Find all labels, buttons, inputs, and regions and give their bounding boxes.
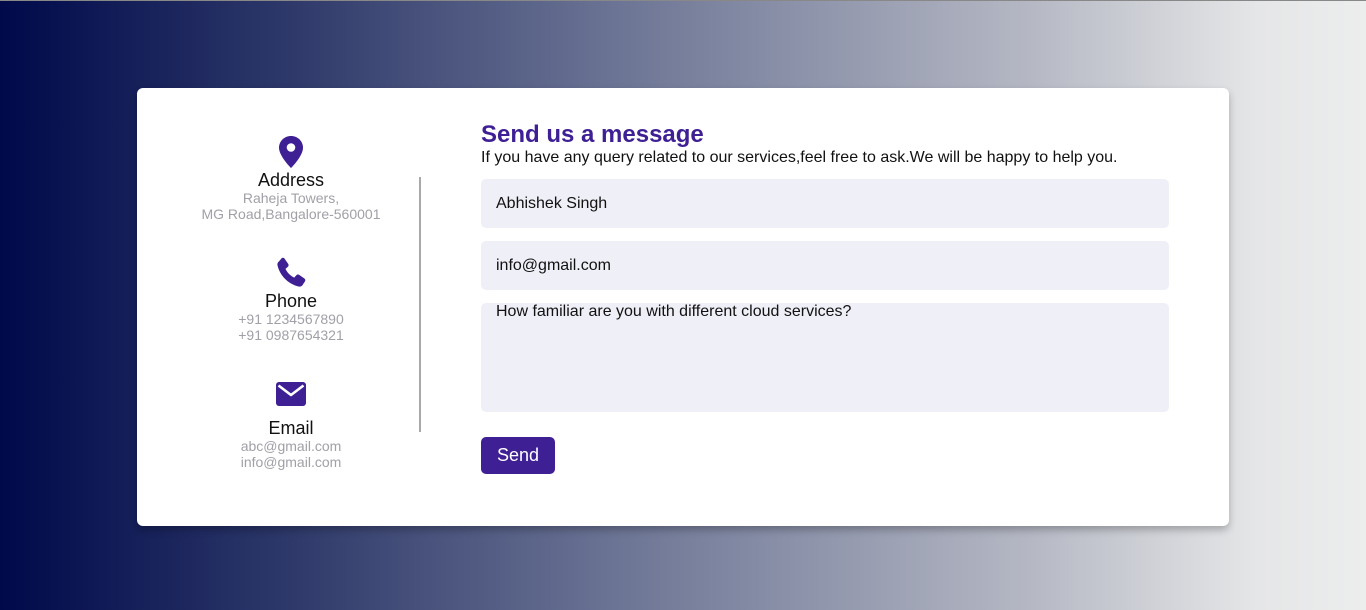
send-button[interactable]: Send <box>481 437 555 474</box>
name-input[interactable] <box>481 179 1169 228</box>
message-form: Send us a message If you have any query … <box>481 88 1171 526</box>
email-line-1: abc@gmail.com <box>240 438 342 454</box>
contact-info-panel: Address Raheja Towers, MG Road,Bangalore… <box>137 88 445 526</box>
phone-title: Phone <box>264 291 318 311</box>
phone-block: Phone +91 1234567890 +91 0987654321 <box>137 257 445 343</box>
vertical-divider <box>419 177 421 432</box>
email-input[interactable] <box>481 241 1169 290</box>
form-subheading: If you have any query related to our ser… <box>481 149 1118 166</box>
message-textarea[interactable]: How familiar are you with different clou… <box>481 303 1169 412</box>
address-block: Address Raheja Towers, MG Road,Bangalore… <box>137 136 445 222</box>
email-line-2: info@gmail.com <box>240 454 342 470</box>
contact-card: Address Raheja Towers, MG Road,Bangalore… <box>137 88 1229 526</box>
address-title: Address <box>257 170 325 190</box>
address-line-2: MG Road,Bangalore-560001 <box>201 206 381 222</box>
phone-line-2: +91 0987654321 <box>238 327 344 343</box>
envelope-icon <box>276 382 306 406</box>
phone-line-1: +91 1234567890 <box>238 311 344 327</box>
address-line-1: Raheja Towers, <box>242 190 340 206</box>
email-title: Email <box>268 418 314 438</box>
email-block: Email abc@gmail.com info@gmail.com <box>137 382 445 470</box>
form-heading: Send us a message <box>481 121 704 148</box>
map-pin-icon <box>279 136 303 168</box>
phone-icon <box>277 257 306 287</box>
